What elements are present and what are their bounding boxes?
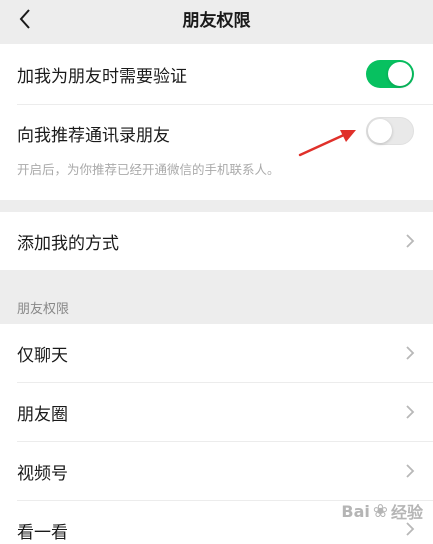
verify-row: 加我为朋友时需要验证: [0, 44, 433, 104]
verify-toggle[interactable]: [366, 60, 414, 88]
list-item-label: 仅聊天: [17, 346, 68, 366]
baidu-jingyan-watermark: Bai ❀ 经验: [341, 497, 423, 525]
nav-bar: 朋友权限: [0, 0, 433, 42]
chevron-right-icon: [406, 346, 415, 360]
recommend-hint: 开启后，为你推荐已经开通微信的手机联系人。: [17, 162, 280, 177]
page-title: 朋友权限: [182, 11, 251, 31]
watermark-text: Bai: [341, 501, 370, 521]
paw-icon: ❀: [372, 500, 388, 522]
add-methods-label: 添加我的方式: [17, 234, 119, 254]
chevron-right-icon: [406, 405, 415, 419]
list-item-label: 朋友圈: [17, 405, 68, 425]
toggle-knob: [388, 62, 412, 86]
chevron-right-icon: [406, 234, 415, 248]
list-item-label: 视频号: [17, 464, 68, 484]
add-methods-row[interactable]: 添加我的方式: [0, 212, 433, 270]
list-item-label: 看一看: [17, 523, 68, 543]
list-item[interactable]: 朋友圈: [0, 383, 433, 441]
recommend-label: 向我推荐通讯录朋友: [17, 126, 170, 146]
toggle-knob: [368, 119, 392, 143]
recommend-row: 向我推荐通讯录朋友 开启后，为你推荐已经开通微信的手机联系人。: [0, 105, 433, 200]
add-methods-card: 添加我的方式: [0, 212, 433, 270]
recommend-toggle[interactable]: [366, 117, 414, 145]
annotation-arrow-icon: [298, 130, 356, 157]
chevron-right-icon: [406, 464, 415, 478]
verify-label: 加我为朋友时需要验证: [17, 67, 187, 87]
watermark-suffix: 经验: [390, 503, 423, 522]
verification-card: 加我为朋友时需要验证 向我推荐通讯录朋友 开启后，为你推荐已经开通微信的手机联系…: [0, 44, 433, 200]
friend-permissions-header: 朋友权限: [17, 302, 70, 317]
list-item[interactable]: 视频号: [0, 442, 433, 500]
list-item[interactable]: 仅聊天: [0, 324, 433, 382]
